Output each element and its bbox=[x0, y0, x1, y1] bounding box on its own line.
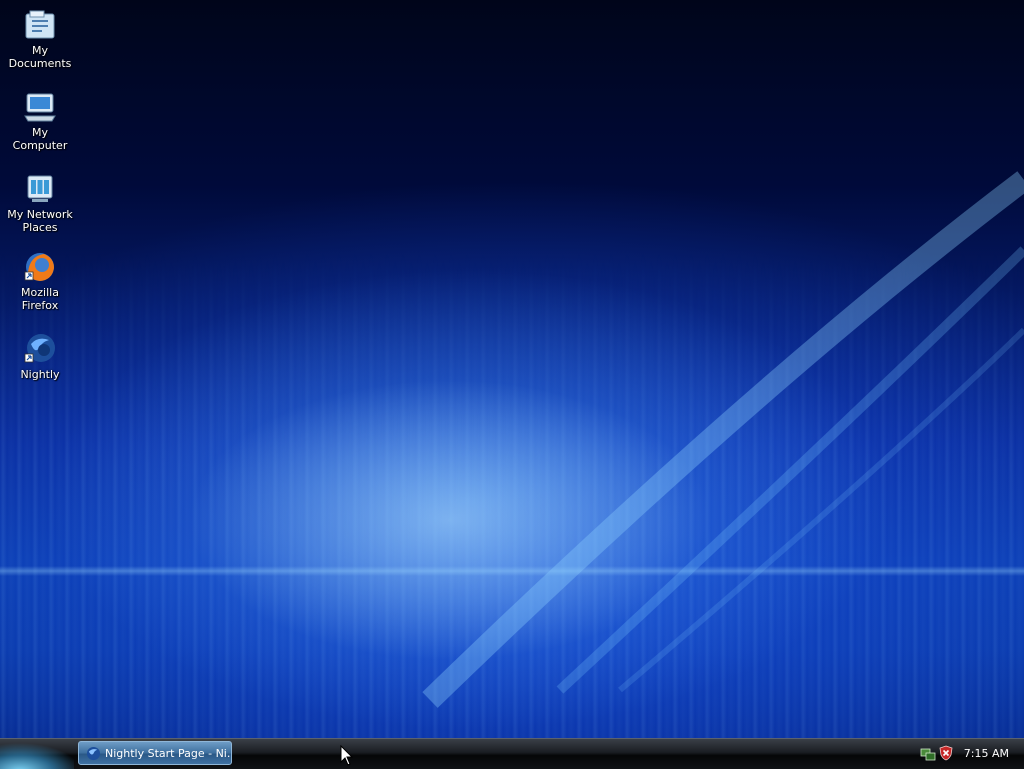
start-button[interactable] bbox=[0, 739, 74, 769]
taskbar-button-nightly[interactable]: Nightly Start Page - Ni... bbox=[78, 741, 232, 765]
nightly-icon bbox=[24, 334, 55, 363]
desktop-icon-label: Mozilla Firefox bbox=[21, 286, 59, 312]
desktop-icon-label: My Network Places bbox=[7, 208, 73, 234]
clock[interactable]: 7:15 AM bbox=[964, 739, 1009, 769]
taskbar: Nightly Start Page - Ni... 7:15 AM bbox=[0, 738, 1024, 769]
desktop-icon-label: My Computer bbox=[12, 126, 68, 152]
nightly-icon bbox=[86, 746, 101, 761]
desktop: My Documents My Computer My Network Plac… bbox=[0, 0, 1024, 738]
folder-documents-icon bbox=[25, 10, 55, 39]
desktop-icon-nightly[interactable]: Nightly bbox=[0, 332, 80, 381]
wallpaper-light-arcs bbox=[422, 171, 1024, 708]
network-icon[interactable] bbox=[920, 745, 936, 761]
computer-icon bbox=[24, 93, 56, 122]
network-places-icon bbox=[27, 175, 53, 202]
security-shield-icon[interactable] bbox=[938, 745, 954, 761]
desktop-icon-my-documents[interactable]: My Documents bbox=[0, 8, 80, 70]
desktop-icon-mozilla-firefox[interactable]: Mozilla Firefox bbox=[0, 250, 80, 312]
desktop-icon-my-computer[interactable]: My Computer bbox=[0, 90, 80, 152]
system-tray: 7:15 AM bbox=[914, 739, 1024, 769]
desktop-icon-my-network-places[interactable]: My Network Places bbox=[0, 172, 80, 234]
desktop-icon-label: My Documents bbox=[8, 44, 72, 70]
mouse-cursor-icon bbox=[340, 745, 354, 766]
taskbar-button-label: Nightly Start Page - Ni... bbox=[105, 747, 232, 760]
firefox-icon bbox=[24, 253, 54, 281]
desktop-icon-label: Nightly bbox=[20, 368, 60, 381]
